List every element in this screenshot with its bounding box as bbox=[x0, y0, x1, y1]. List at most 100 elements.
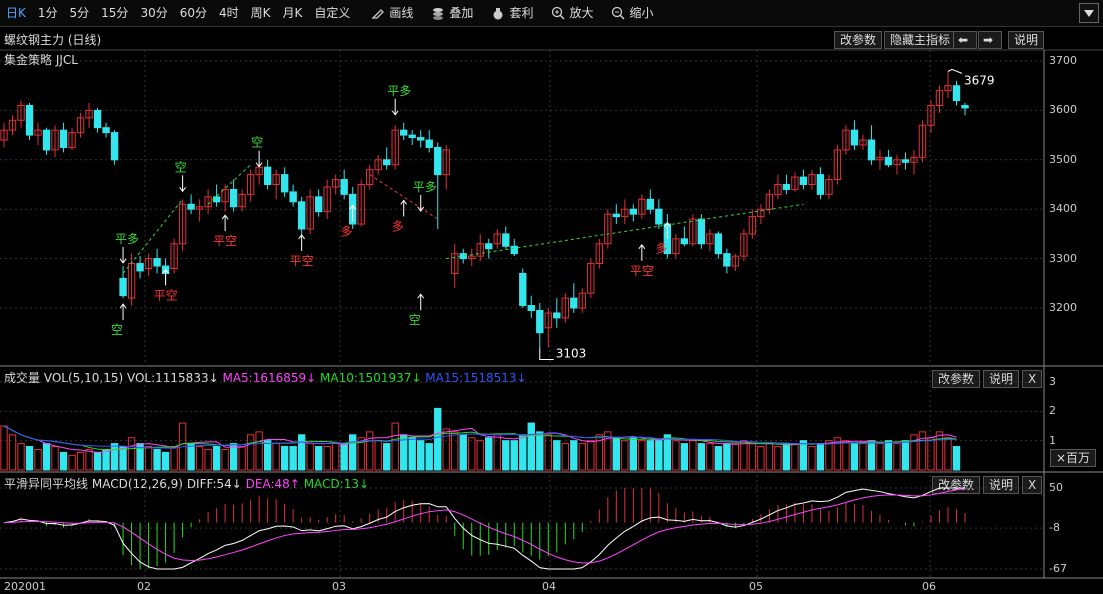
volume-params: VOL(5,10,15) bbox=[43, 371, 124, 385]
tool-2-button[interactable]: 套利 bbox=[482, 0, 542, 26]
candle-body bbox=[153, 258, 161, 267]
candle-body bbox=[876, 156, 884, 161]
candle-body bbox=[757, 208, 765, 218]
price-tick-label: 3400 bbox=[1049, 202, 1077, 216]
volume-bar bbox=[655, 440, 663, 471]
volume-bar bbox=[587, 440, 595, 471]
volume-bar bbox=[893, 443, 901, 471]
tool-0-button[interactable]: 画线 bbox=[362, 0, 422, 26]
period-tab-6[interactable]: 4时 bbox=[213, 0, 245, 26]
tool-3-button[interactable]: 放大 bbox=[542, 0, 602, 26]
candle-body bbox=[765, 193, 774, 210]
volume-bar bbox=[714, 446, 723, 471]
volume-bar bbox=[221, 448, 229, 471]
volume-bar bbox=[791, 443, 799, 471]
candle-body bbox=[536, 309, 544, 334]
volume-tick-label: 2 bbox=[1049, 404, 1056, 418]
price-tick-label: 3300 bbox=[1049, 251, 1077, 265]
candle-body bbox=[502, 233, 510, 247]
volume-bar bbox=[93, 451, 102, 471]
candle-body bbox=[884, 156, 893, 166]
volume-bar bbox=[400, 434, 408, 471]
date-tick-label: 04 bbox=[542, 580, 556, 593]
tool-label: 叠加 bbox=[449, 6, 474, 20]
candle-body bbox=[859, 139, 867, 146]
candle-body bbox=[476, 243, 484, 257]
macd-close-button[interactable]: X bbox=[1022, 476, 1043, 494]
volume-bar bbox=[935, 431, 944, 471]
volume-bar bbox=[612, 437, 621, 471]
volume-ma5: MA5:1616859↓ bbox=[222, 371, 317, 385]
candle-body bbox=[195, 206, 204, 210]
chart-canvas: 36793103平多空平空空平空空平空多平多多平多空平空多 bbox=[0, 49, 1103, 579]
volume-explain-button[interactable]: 说明 bbox=[983, 370, 1020, 388]
candle-body bbox=[706, 233, 714, 245]
volume-label: 成交量 bbox=[4, 371, 41, 385]
volume-bar bbox=[553, 440, 561, 471]
volume-bar bbox=[876, 443, 884, 471]
signal-arrowhead bbox=[417, 206, 425, 212]
candle-body bbox=[306, 196, 314, 230]
prev-button[interactable]: ⬅ bbox=[953, 31, 977, 49]
candle-body bbox=[42, 129, 51, 151]
scroll-down-button[interactable] bbox=[1079, 3, 1099, 23]
strategy-label: 集金策略 JJCL bbox=[4, 53, 78, 67]
period-tab-3[interactable]: 15分 bbox=[95, 0, 134, 26]
period-tab-8[interactable]: 月K bbox=[277, 0, 309, 26]
volume-bar bbox=[348, 434, 357, 471]
volume-close-button[interactable]: X bbox=[1022, 370, 1043, 388]
volume-bar bbox=[59, 451, 68, 471]
candle-body bbox=[723, 253, 731, 267]
period-tab-9[interactable]: 自定义 bbox=[308, 0, 356, 26]
tool-4-button[interactable]: 缩小 bbox=[602, 0, 662, 26]
main-explain-button[interactable]: 说明 bbox=[1008, 31, 1045, 49]
main-params-button[interactable]: 改参数 bbox=[834, 31, 883, 49]
macd-params-button[interactable]: 改参数 bbox=[932, 476, 981, 494]
volume-bar bbox=[178, 422, 187, 471]
signal-label: 多 bbox=[655, 242, 667, 256]
candle-body bbox=[187, 203, 195, 210]
period-tab-5[interactable]: 60分 bbox=[174, 0, 213, 26]
candle-body bbox=[825, 179, 833, 195]
high-marker bbox=[947, 68, 963, 74]
period-tab-4[interactable]: 30分 bbox=[134, 0, 173, 26]
next-button[interactable]: ➡ bbox=[978, 31, 1002, 49]
volume-bar bbox=[102, 448, 110, 471]
signal-label: 空 bbox=[175, 160, 187, 174]
volume-bar bbox=[646, 440, 655, 471]
trend-line bbox=[369, 174, 438, 220]
volume-params-button[interactable]: 改参数 bbox=[932, 370, 981, 388]
volume-bar bbox=[638, 440, 646, 471]
candle-body bbox=[842, 129, 850, 151]
candle-body bbox=[221, 188, 229, 203]
signal-label: 多 bbox=[392, 219, 404, 233]
period-tab-0[interactable]: 日K bbox=[0, 0, 32, 26]
period-tab-1[interactable]: 1分 bbox=[32, 0, 64, 26]
volume-ma15: MA15:1518513↓ bbox=[425, 371, 527, 385]
volume-bar bbox=[8, 434, 17, 471]
signal-arrowhead bbox=[400, 199, 408, 205]
volume-bar bbox=[195, 446, 204, 471]
price-tick-label: 3700 bbox=[1049, 54, 1077, 67]
volume-bar bbox=[306, 443, 314, 471]
volume-bar bbox=[918, 431, 927, 471]
candle-body bbox=[204, 196, 212, 208]
volume-bar bbox=[323, 446, 331, 471]
candle-body bbox=[85, 109, 93, 119]
volume-bar bbox=[621, 440, 629, 471]
candle-body bbox=[17, 104, 25, 121]
macd-explain-button[interactable]: 说明 bbox=[983, 476, 1020, 494]
candle-body bbox=[468, 255, 476, 260]
hide-indicator-button[interactable]: 隐藏主指标 bbox=[884, 31, 957, 49]
period-tab-2[interactable]: 5分 bbox=[64, 0, 96, 26]
volume-bar bbox=[153, 448, 161, 471]
tool-1-button[interactable]: 叠加 bbox=[422, 0, 482, 26]
period-tab-7[interactable]: 周K bbox=[245, 0, 277, 26]
volume-bar bbox=[272, 443, 280, 471]
candle-body bbox=[935, 90, 944, 106]
price-tick-label: 3200 bbox=[1049, 301, 1077, 314]
tool-label: 缩小 bbox=[629, 6, 654, 20]
candle-body bbox=[510, 245, 518, 255]
candle-body bbox=[740, 233, 748, 257]
arrow-right-icon: ➡ bbox=[983, 33, 994, 47]
